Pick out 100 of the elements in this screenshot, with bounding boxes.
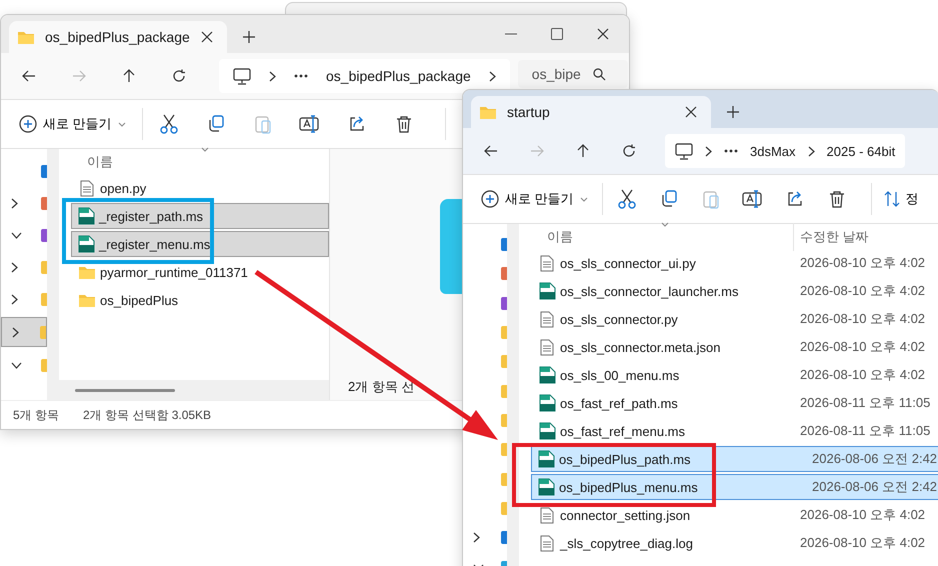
file-row[interactable]: pyarmor_runtime_011371: [59, 259, 329, 285]
close-icon[interactable]: [201, 31, 213, 43]
chevron-icon[interactable]: [488, 70, 496, 82]
document-icon: [538, 338, 556, 356]
modified-date: 2026-08-06 오전 2:42: [812, 450, 938, 468]
rename-icon: [298, 115, 321, 133]
folder-tab[interactable]: startup: [471, 96, 711, 128]
modified-date: 2026-08-10 오후 4:02: [800, 254, 926, 272]
file-row[interactable]: os_bipedPlus: [59, 287, 329, 313]
modified-date: 2026-08-10 오후 4:02: [800, 366, 926, 384]
document-icon: [78, 180, 96, 196]
script-file-icon: [77, 207, 95, 225]
caret-icon: [118, 122, 126, 126]
file-row[interactable]: os_bipedPlus_path.ms 2026-08-06 오전 2:42: [531, 446, 938, 472]
file-name: os_bipedPlus_menu.ms: [559, 480, 698, 494]
file-row[interactable]: os_sls_connector_launcher.ms 2026-08-10 오후 4:02: [519, 278, 938, 304]
file-name: os_fast_ref_menu.ms: [560, 424, 686, 438]
file-name: pyarmor_runtime_011371: [100, 264, 248, 280]
minimize-icon[interactable]: [505, 33, 517, 35]
new-button[interactable]: 새로 만들기: [13, 111, 132, 137]
paste-icon: [254, 114, 272, 134]
chevron-icon[interactable]: [12, 326, 19, 338]
address-bar[interactable]: os_bipedPlus_package: [219, 59, 510, 93]
file-row[interactable]: _register_menu.ms: [71, 231, 329, 257]
file-name: _register_path.ms: [99, 208, 204, 224]
chevron-icon: [705, 146, 712, 156]
more-icon[interactable]: [294, 74, 308, 78]
chevron-icon[interactable]: [11, 232, 22, 238]
file-row[interactable]: os_bipedPlus_menu.ms 2026-08-06 오전 2:42: [531, 474, 938, 500]
chevron-icon[interactable]: [11, 362, 22, 368]
maximize-icon[interactable]: [551, 28, 563, 40]
close-icon[interactable]: [685, 106, 697, 118]
file-row[interactable]: os_sls_connector.meta.json 2026-08-10 오후 4:02: [519, 334, 938, 360]
chevron-icon[interactable]: [473, 532, 480, 544]
tab-title: os_bipedPlus_package: [45, 29, 191, 45]
file-name: os_sls_connector.py: [560, 312, 678, 326]
chevron-icon[interactable]: [11, 294, 18, 304]
folder-tab[interactable]: os_bipedPlus_package: [9, 21, 227, 53]
chevron-icon[interactable]: [11, 198, 18, 208]
selection-summary: 2개 항목 선: [348, 378, 414, 396]
modified-date: 2026-08-06 오전 2:42: [812, 478, 938, 496]
search-text: os_bipe: [532, 66, 581, 82]
scissors-icon: [160, 114, 178, 134]
column-header[interactable]: 수정한 날짜: [793, 222, 869, 250]
file-name: os_bipedPlus: [100, 292, 178, 308]
breadcrumb-item[interactable]: 2025 - 64bit: [826, 144, 896, 158]
script-file-icon: [538, 282, 556, 300]
column-header[interactable]: 이름: [547, 228, 573, 246]
file-name: os_sls_connector_launcher.ms: [560, 284, 738, 298]
file-name: os_sls_connector.meta.json: [560, 340, 720, 354]
file-name: os_sls_connector_ui.py: [560, 256, 696, 270]
plus-icon: [481, 190, 499, 208]
scissors-icon: [618, 189, 636, 209]
item-count: 5개 항목: [13, 406, 60, 424]
column-header[interactable]: 이름: [87, 152, 113, 170]
script-file-icon: [537, 450, 555, 468]
file-row[interactable]: open.py: [59, 175, 329, 201]
caret-icon: [580, 196, 588, 202]
search-field[interactable]: os_bipe: [518, 60, 628, 88]
sort-button[interactable]: 정: [880, 186, 923, 212]
breadcrumb-item[interactable]: os_bipedPlus_package: [326, 68, 471, 84]
scrollbar[interactable]: [59, 380, 329, 400]
modified-date: 2026-08-10 오후 4:02: [800, 506, 926, 524]
file-row[interactable]: os_fast_ref_menu.ms 2026-08-11 오후 11:05: [519, 418, 938, 444]
copy-icon: [660, 190, 678, 208]
file-row[interactable]: _sls_copytree_diag.log 2026-08-10 오후 4:02: [519, 530, 938, 556]
file-row[interactable]: os_sls_connector.py 2026-08-10 오후 4:02: [519, 306, 938, 332]
paste-icon: [702, 189, 720, 209]
modified-date: 2026-08-11 오후 11:05: [800, 394, 930, 412]
file-row[interactable]: os_fast_ref_path.ms 2026-08-11 오후 11:05: [519, 390, 938, 416]
address-bar[interactable]: 3dsMax 2025 - 64bit: [665, 134, 906, 168]
document-icon: [538, 534, 556, 552]
file-row[interactable]: connector_setting.json 2026-08-10 오후 4:02: [519, 502, 938, 528]
modified-date: 2026-08-10 오후 4:02: [800, 534, 926, 552]
new-tab-icon[interactable]: [243, 31, 255, 43]
monitor-icon: [233, 68, 251, 84]
sort-icon: [884, 191, 900, 207]
new-tab-icon[interactable]: [727, 106, 739, 118]
share-icon: [348, 115, 366, 133]
new-button[interactable]: 새로 만들기: [475, 186, 594, 212]
modified-date: 2026-08-11 오후 11:05: [800, 422, 930, 440]
breadcrumb-item[interactable]: 3dsMax: [750, 144, 796, 158]
modified-date: 2026-08-10 오후 4:02: [800, 310, 926, 328]
file-row[interactable]: os_sls_00_menu.ms 2026-08-10 오후 4:02: [519, 362, 938, 388]
rename-icon: [742, 190, 764, 208]
chevron-icon: [808, 146, 815, 156]
close-icon[interactable]: [597, 28, 609, 40]
sort-caret-icon: [661, 222, 669, 227]
script-file-icon: [538, 394, 556, 412]
file-name: _register_menu.ms: [99, 236, 210, 252]
more-icon[interactable]: [724, 149, 738, 153]
script-file-icon: [538, 422, 556, 440]
selection-info: 2개 항목 선택함 3.05KB: [83, 406, 212, 424]
script-file-icon: [538, 366, 556, 384]
file-row[interactable]: _register_path.ms: [71, 203, 329, 229]
file-name: _sls_copytree_diag.log: [560, 536, 693, 550]
document-icon: [538, 310, 556, 328]
modified-date: 2026-08-10 오후 4:02: [800, 282, 926, 300]
file-row[interactable]: os_sls_connector_ui.py 2026-08-10 오후 4:02: [519, 250, 938, 276]
chevron-icon[interactable]: [11, 262, 18, 272]
